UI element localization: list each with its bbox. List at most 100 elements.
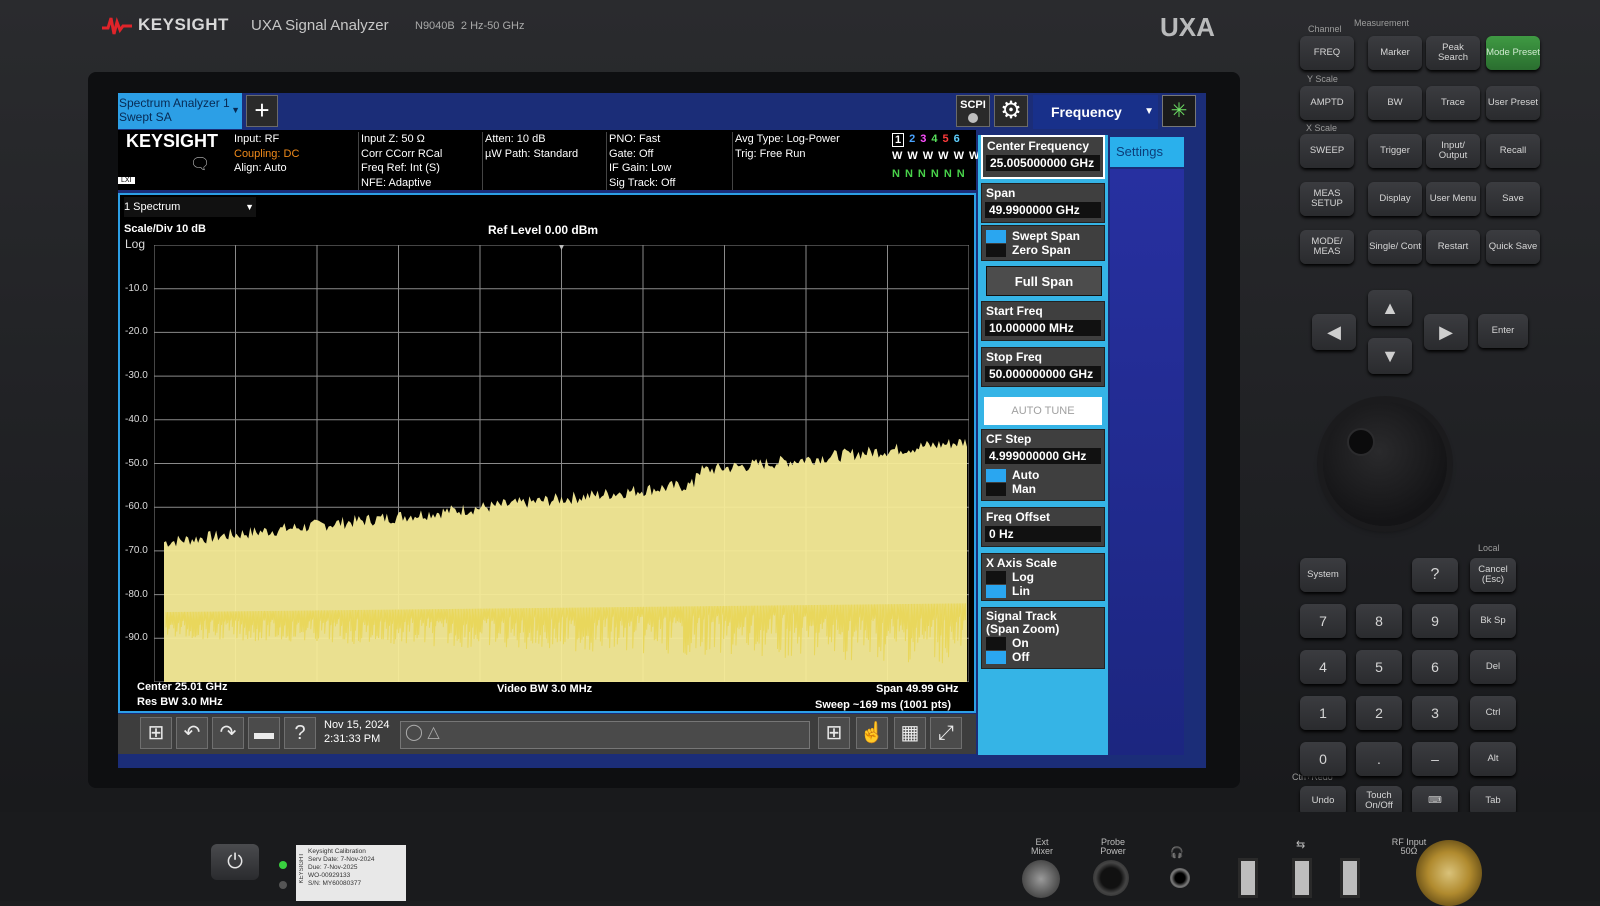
y-tick-label: -50.0 bbox=[125, 457, 148, 469]
save-key[interactable]: Save bbox=[1486, 182, 1540, 216]
stop-freq-key[interactable]: Stop Freq 50.000000000 GHz bbox=[981, 347, 1105, 387]
add-screen-button[interactable]: + bbox=[246, 95, 278, 127]
file-button[interactable]: ▬ bbox=[248, 717, 280, 749]
settings-gear-button[interactable]: ⚙ bbox=[994, 95, 1028, 127]
swept-zero-span-toggle[interactable]: Swept Span Zero Span bbox=[981, 225, 1105, 261]
key-6[interactable]: 6 bbox=[1412, 650, 1458, 684]
menu-panel-title[interactable]: Frequency ▼ bbox=[1033, 95, 1158, 129]
cancel-esc-key[interactable]: Cancel (Esc) bbox=[1470, 558, 1516, 592]
freq-key[interactable]: FREQ bbox=[1300, 36, 1354, 70]
log-text: Log bbox=[1012, 570, 1034, 584]
input-output-key[interactable]: Input/ Output bbox=[1426, 134, 1480, 168]
full-span-button[interactable]: Full Span bbox=[986, 266, 1102, 296]
tab-settings[interactable]: Settings bbox=[1110, 137, 1184, 167]
system-key[interactable]: System bbox=[1300, 558, 1346, 592]
key-9[interactable]: 9 bbox=[1412, 604, 1458, 638]
restart-key[interactable]: Restart bbox=[1426, 230, 1480, 264]
window-layout-button[interactable]: ▦ bbox=[894, 717, 926, 749]
key-8[interactable]: 8 bbox=[1356, 604, 1402, 638]
trace-dets-item: N bbox=[943, 168, 952, 180]
spectrum-window[interactable]: 1 Spectrum ▼ Scale/Div 10 dB Log Ref Lev… bbox=[118, 193, 976, 713]
rotary-knob[interactable] bbox=[1323, 402, 1447, 526]
span-key[interactable]: Span 49.9900000 GHz bbox=[981, 183, 1105, 223]
signal-track-key[interactable]: Signal Track (Span Zoom) On Off bbox=[981, 607, 1105, 669]
delete-key[interactable]: Del bbox=[1470, 650, 1516, 684]
trace-indicator[interactable]: 123456 WWWWWW NNNNNN bbox=[890, 130, 979, 190]
key-2[interactable]: 2 bbox=[1356, 696, 1402, 730]
amptd-key[interactable]: AMPTD bbox=[1300, 86, 1354, 120]
marker-key[interactable]: Marker bbox=[1368, 36, 1422, 70]
cal-line-5: S/N: MY60080377 bbox=[308, 880, 362, 887]
measurement-group-label: Measurement bbox=[1354, 18, 1410, 28]
start-freq-key[interactable]: Start Freq 10.000000 MHz bbox=[981, 301, 1105, 341]
trigger-key[interactable]: Trigger bbox=[1368, 134, 1422, 168]
alt-key[interactable]: Alt bbox=[1470, 742, 1516, 776]
clock: Nov 15, 2024 2:31:33 PM bbox=[324, 718, 389, 746]
freq-offset-key[interactable]: Freq Offset 0 Hz bbox=[981, 507, 1105, 547]
recall-key[interactable]: Recall bbox=[1486, 134, 1540, 168]
key-dot[interactable]: . bbox=[1356, 742, 1402, 776]
undo-button[interactable]: ↶ bbox=[176, 717, 208, 749]
scpi-button[interactable]: SCPI bbox=[956, 95, 990, 127]
status-nfe: NFE: Adaptive bbox=[361, 176, 432, 189]
key-3[interactable]: 3 bbox=[1412, 696, 1458, 730]
sweep-key[interactable]: SWEEP bbox=[1300, 134, 1354, 168]
power-button[interactable]: ⏻ bbox=[211, 844, 259, 880]
help-key[interactable]: ? bbox=[1412, 558, 1458, 592]
user-preset-key[interactable]: User Preset bbox=[1486, 86, 1540, 120]
key-minus[interactable]: – bbox=[1412, 742, 1458, 776]
single-cont-key[interactable]: Single/ Cont bbox=[1368, 230, 1422, 264]
arrow-right-key[interactable]: ▶ bbox=[1424, 314, 1468, 350]
key-5[interactable]: 5 bbox=[1356, 650, 1402, 684]
touch-icon: ☝ bbox=[859, 722, 885, 744]
mode-preset-key[interactable]: Mode Preset bbox=[1486, 36, 1540, 70]
arrow-up-icon: ▲ bbox=[1381, 298, 1399, 318]
touch-select-button[interactable]: ☝ bbox=[856, 717, 888, 749]
key-4[interactable]: 4 bbox=[1300, 650, 1346, 684]
maximize-button[interactable]: ⤢ bbox=[930, 717, 962, 749]
meas-setup-key[interactable]: MEAS SETUP bbox=[1300, 182, 1354, 216]
arrow-up-key[interactable]: ▲ bbox=[1368, 290, 1412, 326]
key-7[interactable]: 7 bbox=[1300, 604, 1346, 638]
quick-save-key[interactable]: Quick Save bbox=[1486, 230, 1540, 264]
trace-type-row: WWWWWW bbox=[892, 150, 979, 162]
trace-nums-item: 4 bbox=[931, 133, 938, 145]
message-bar[interactable]: ◯ △ bbox=[400, 721, 810, 749]
auto-tune-button[interactable]: AUTO TUNE bbox=[984, 397, 1102, 425]
trace-types-item: W bbox=[922, 150, 934, 162]
x-axis-scale-key[interactable]: X Axis Scale Log Lin bbox=[981, 553, 1105, 601]
tab-spectrum-analyzer-1[interactable]: Spectrum Analyzer 1 Swept SA ▼ bbox=[118, 93, 242, 129]
user-menu-key[interactable]: User Menu bbox=[1426, 182, 1480, 216]
windows-button[interactable]: ⊞ bbox=[140, 717, 172, 749]
gear-icon: ⚙ bbox=[1000, 97, 1022, 124]
spectrum-plot[interactable] bbox=[154, 245, 969, 682]
center-frequency-label: Center Frequency bbox=[987, 139, 1090, 153]
cf-step-key[interactable]: CF Step 4.999000000 GHz Auto Man bbox=[981, 429, 1105, 501]
center-frequency-key[interactable]: Center Frequency 25.005000000 GHz bbox=[981, 135, 1105, 179]
peak-search-key[interactable]: Peak Search bbox=[1426, 36, 1480, 70]
window-selector[interactable]: 1 Spectrum ▼ bbox=[124, 197, 256, 217]
backspace-key[interactable]: Bk Sp bbox=[1470, 604, 1516, 638]
trace-key[interactable]: Trace bbox=[1426, 86, 1480, 120]
help-button[interactable]: ? bbox=[284, 717, 316, 749]
multi-screen-button[interactable]: ⊞ bbox=[818, 717, 850, 749]
arrow-left-key[interactable]: ◀ bbox=[1312, 314, 1356, 350]
key-1[interactable]: 1 bbox=[1300, 696, 1346, 730]
key-0[interactable]: 0 bbox=[1300, 742, 1346, 776]
man-text: Man bbox=[1012, 482, 1036, 496]
keyboard-icon: ⌨ bbox=[1428, 795, 1442, 806]
ctrl-key[interactable]: Ctrl bbox=[1470, 696, 1516, 730]
radio-off-icon bbox=[986, 482, 1006, 496]
display-key[interactable]: Display bbox=[1368, 182, 1422, 216]
sweep-status-button[interactable]: ✳ bbox=[1162, 95, 1196, 127]
bw-key[interactable]: BW bbox=[1368, 86, 1422, 120]
mode-meas-key[interactable]: MODE/ MEAS bbox=[1300, 230, 1354, 264]
redo-button[interactable]: ↷ bbox=[212, 717, 244, 749]
y-tick-label: -80.0 bbox=[125, 588, 148, 600]
enter-key[interactable]: Enter bbox=[1478, 314, 1528, 348]
settings-summary-bar[interactable]: KEYSIGHT 🗨 LXI Input: RF Coupling: DC Al… bbox=[118, 130, 976, 190]
swept-span-option: Swept Span bbox=[982, 229, 1104, 243]
arrow-down-key[interactable]: ▼ bbox=[1368, 338, 1412, 374]
trace-dets-item: N bbox=[956, 168, 965, 180]
keysight-logo: KEYSIGHT bbox=[102, 14, 229, 36]
